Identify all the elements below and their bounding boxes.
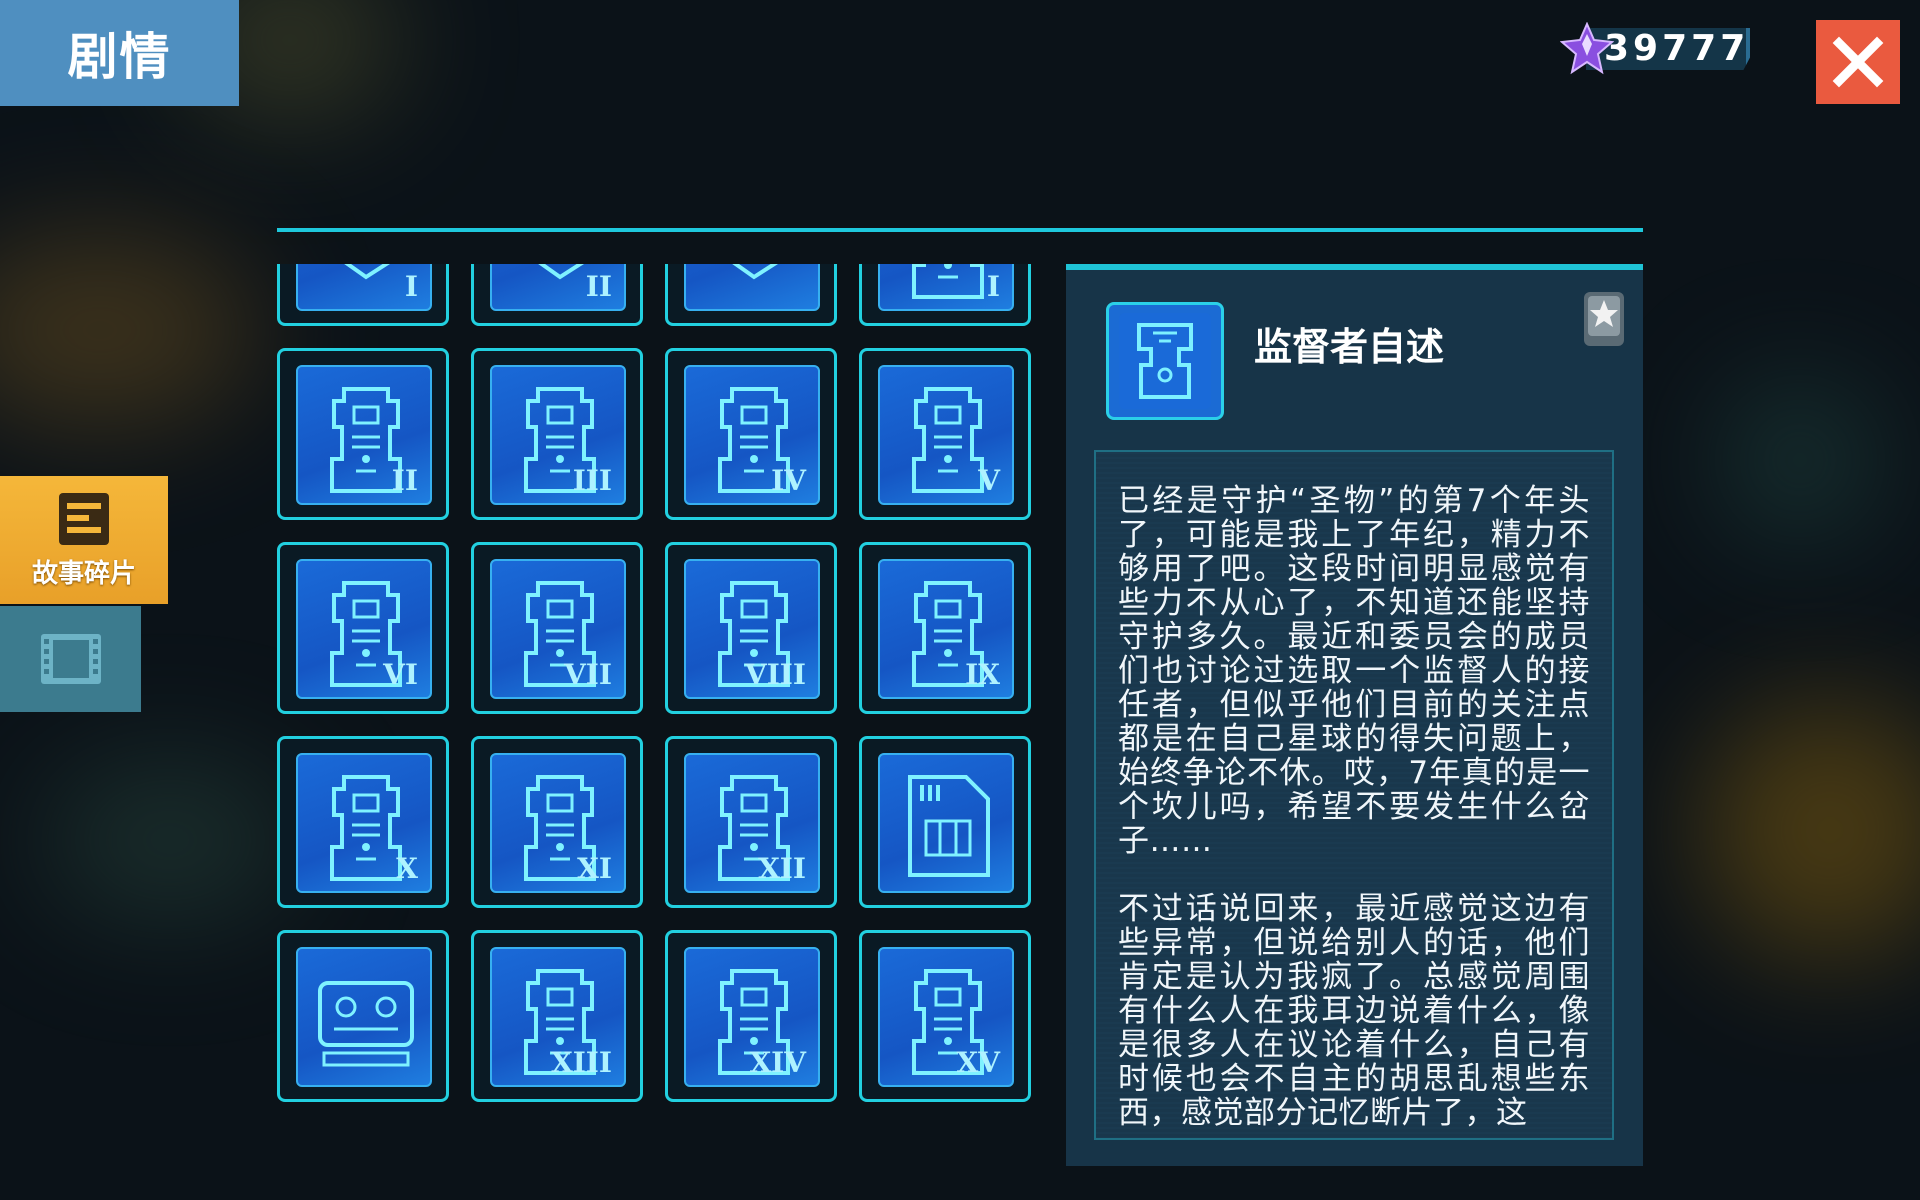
fragment-card[interactable]: IV [665, 348, 837, 520]
fragment-numeral: XI [577, 852, 612, 885]
fragment-numeral: X [396, 852, 418, 885]
fragment-card[interactable]: XIII [471, 930, 643, 1102]
document-icon [732, 264, 779, 280]
fragment-numeral: III [572, 464, 612, 497]
fragment-numeral: II [585, 270, 612, 303]
fragment-card[interactable] [859, 736, 1031, 908]
fragment-card-art: XI [490, 753, 626, 893]
story-text-box[interactable]: 已经是守护“圣物”的第7个年头了，可能是我上了年纪，精力不够用了吧。这段时间明显… [1094, 450, 1614, 1140]
background-glow [1720, 380, 1880, 540]
silver-star-badge-icon [1584, 292, 1624, 346]
fragment-numeral: IX [965, 658, 1000, 691]
fragment-numeral: VII [564, 658, 612, 691]
currency-display: 39777 [1560, 22, 1760, 75]
currency-value: 39777 [1604, 28, 1750, 69]
background-glow [1700, 700, 1920, 960]
fragment-card-art: XIV [684, 947, 820, 1087]
close-icon [1832, 36, 1884, 88]
fragment-card[interactable]: I [277, 264, 449, 326]
fragment-card-art: VI [296, 559, 432, 699]
fragment-card-art: IX [878, 559, 1014, 699]
fragment-card-art: VII [490, 559, 626, 699]
fragment-card-art [878, 753, 1014, 893]
fragment-card-art: IV [684, 365, 820, 505]
panel-divider [277, 228, 1643, 232]
fragment-card-art: XV [878, 947, 1014, 1087]
fragment-card-art: VIII [684, 559, 820, 699]
fragment-card[interactable]: VII [471, 542, 643, 714]
film-icon [40, 634, 101, 684]
fragment-card[interactable]: XIV [665, 930, 837, 1102]
fragment-card[interactable]: X [277, 736, 449, 908]
fragment-numeral: VIII [744, 658, 806, 691]
fragment-card-art [296, 947, 432, 1087]
fragment-card[interactable]: III [471, 348, 643, 520]
story-paragraph-2: 不过话说回来，最近感觉这边有些异常，但说给别人的话，他们肯定是认为我疯了。总感觉… [1118, 891, 1590, 1131]
fragment-numeral: IV [771, 464, 806, 497]
detail-item-frame [1106, 302, 1224, 420]
fragment-icon [59, 492, 109, 545]
fragment-card-art: XII [684, 753, 820, 893]
circuit-tower-icon [1119, 313, 1211, 409]
close-button[interactable] [1816, 20, 1900, 104]
detail-panel: 监督者自述 已经是守护“圣物”的第7个年头了，可能是我上了年纪，精力不够用了吧。… [1066, 264, 1643, 1166]
memory-chip-icon [908, 775, 990, 877]
fragment-card-art: XIII [490, 947, 626, 1087]
background-glow [0, 230, 260, 430]
fragment-numeral: VI [383, 658, 418, 691]
fragment-card[interactable]: VIII [665, 542, 837, 714]
fragment-card-art: II [490, 264, 626, 311]
fragment-card[interactable] [665, 264, 837, 326]
fragment-card[interactable]: XII [665, 736, 837, 908]
story-paragraph-1: 已经是守护“圣物”的第7个年头了，可能是我上了年纪，精力不够用了吧。这段时间明显… [1118, 483, 1590, 859]
fragment-card[interactable]: II [471, 264, 643, 326]
detail-title: 监督者自述 [1254, 325, 1445, 369]
fragment-numeral: V [978, 464, 1000, 497]
background-glow [40, 760, 300, 920]
console-device-icon [318, 981, 414, 1067]
tab-story-fragments[interactable]: 故事碎片 [0, 476, 168, 604]
fragment-card[interactable] [277, 930, 449, 1102]
fragment-card[interactable]: I [859, 264, 1031, 326]
crystal-gem-icon [1560, 22, 1614, 75]
fragment-card-art: III [490, 365, 626, 505]
tab-story-fragments-label: 故事碎片 [31, 558, 136, 589]
fragment-card-art [684, 264, 820, 311]
fragment-card[interactable]: XV [859, 930, 1031, 1102]
fragment-card[interactable]: II [277, 348, 449, 520]
fragment-card[interactable]: IX [859, 542, 1031, 714]
fragment-numeral: II [391, 464, 418, 497]
fragment-card[interactable]: VI [277, 542, 449, 714]
fragment-numeral: XIII [550, 1046, 612, 1079]
fragment-card-art: I [878, 264, 1014, 311]
fragment-numeral: XII [758, 852, 806, 885]
tab-cutscenes[interactable] [0, 606, 141, 712]
fragment-card-art: I [296, 264, 432, 311]
page-title: 剧情 [0, 0, 239, 106]
fragment-numeral: XV [956, 1046, 1000, 1079]
fragment-numeral: I [986, 270, 1000, 303]
fragment-numeral: XIV [749, 1046, 806, 1079]
fragment-grid[interactable]: I II I II III IV V VI VII VIII IX X XI XII XIII XIV XV [277, 264, 1037, 1154]
fragment-numeral: I [404, 270, 418, 303]
fragment-card-art: X [296, 753, 432, 893]
fragment-card-art: V [878, 365, 1014, 505]
fragment-card[interactable]: V [859, 348, 1031, 520]
fragment-card[interactable]: XI [471, 736, 643, 908]
fragment-card-art: II [296, 365, 432, 505]
